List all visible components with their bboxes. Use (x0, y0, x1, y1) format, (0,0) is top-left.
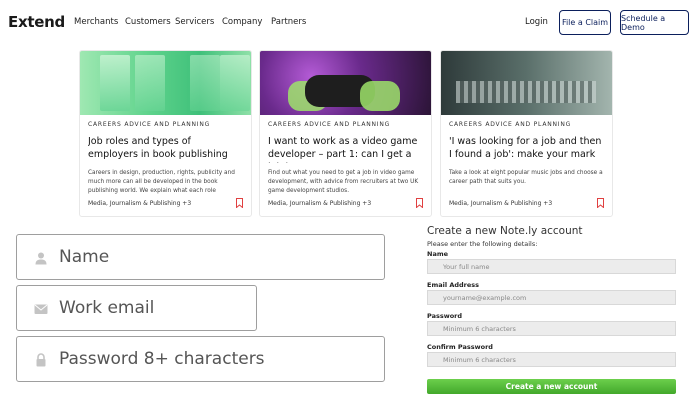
name-field[interactable]: Name (16, 234, 385, 280)
signup-confirm-password-input[interactable]: Minimum 6 characters (427, 352, 676, 367)
user-icon (35, 252, 47, 265)
create-account-button[interactable]: Create a new account (427, 379, 676, 394)
signup-title: Create a new Note.ly account (427, 225, 583, 237)
article-card[interactable]: CAREERS ADVICE AND PLANNING Job roles an… (79, 50, 252, 217)
signup-name-input[interactable]: Your full name (427, 259, 676, 274)
schedule-demo-button[interactable]: Schedule a Demo (620, 10, 689, 35)
password-label: Password (427, 312, 463, 320)
email-placeholder: Work email (59, 298, 155, 318)
signup-email-input[interactable]: yourname@example.com (427, 290, 676, 305)
name-placeholder: Name (59, 247, 110, 267)
email-label: Email Address (427, 281, 480, 289)
signup-email-placeholder: yourname@example.com (443, 294, 527, 302)
password-field[interactable]: Password 8+ characters (16, 336, 385, 382)
signup-confirm-placeholder: Minimum 6 characters (443, 356, 516, 364)
card-image-books (80, 51, 251, 115)
bookmark-icon[interactable] (236, 198, 243, 208)
lock-icon (36, 353, 46, 367)
login-link[interactable]: Login (525, 17, 548, 27)
card-title[interactable]: Job roles and types of employers in book… (88, 135, 243, 163)
article-card[interactable]: CAREERS ADVICE AND PLANNING I want to wo… (259, 50, 432, 217)
card-tag[interactable]: Media, Journalism & Publishing +3 (449, 200, 552, 207)
card-image-music-desk (441, 51, 612, 115)
article-card[interactable]: CAREERS ADVICE AND PLANNING 'I was looki… (440, 50, 613, 217)
card-description: Find out what you need to get a job in v… (268, 170, 419, 194)
name-label: Name (427, 250, 449, 258)
card-kicker: CAREERS ADVICE AND PLANNING (88, 121, 211, 128)
file-claim-button[interactable]: File a Claim (559, 10, 611, 35)
brand-logo[interactable]: Extend (8, 13, 65, 31)
confirm-password-label: Confirm Password (427, 343, 493, 351)
nav-link-customers[interactable]: Customers (125, 17, 171, 27)
card-kicker: CAREERS ADVICE AND PLANNING (449, 121, 572, 128)
card-description: Careers in design, production, rights, p… (88, 170, 235, 194)
top-nav: Extend Merchants Customers Servicers Com… (0, 0, 700, 46)
card-tag[interactable]: Media, Journalism & Publishing +3 (88, 200, 191, 207)
signup-password-placeholder: Minimum 6 characters (443, 325, 516, 333)
card-title[interactable]: 'I was looking for a job and then I foun… (449, 135, 604, 163)
card-kicker: CAREERS ADVICE AND PLANNING (268, 121, 391, 128)
bookmark-icon[interactable] (597, 198, 604, 208)
nav-link-servicers[interactable]: Servicers (175, 17, 214, 27)
nav-link-company[interactable]: Company (222, 17, 262, 27)
signup-password-input[interactable]: Minimum 6 characters (427, 321, 676, 336)
card-tag[interactable]: Media, Journalism & Publishing +3 (268, 200, 371, 207)
nav-link-partners[interactable]: Partners (271, 17, 306, 27)
signup-name-placeholder: Your full name (443, 263, 490, 271)
nav-link-merchants[interactable]: Merchants (74, 17, 118, 27)
password-placeholder: Password 8+ characters (59, 349, 265, 369)
card-description: Take a look at eight popular music jobs … (449, 170, 603, 185)
bookmark-icon[interactable] (416, 198, 423, 208)
card-title[interactable]: I want to work as a video game developer… (268, 135, 423, 163)
work-email-field[interactable]: Work email (16, 285, 257, 331)
envelope-icon (34, 304, 48, 314)
card-image-gamepad (260, 51, 431, 115)
signup-subtitle: Please enter the following details: (427, 240, 538, 248)
